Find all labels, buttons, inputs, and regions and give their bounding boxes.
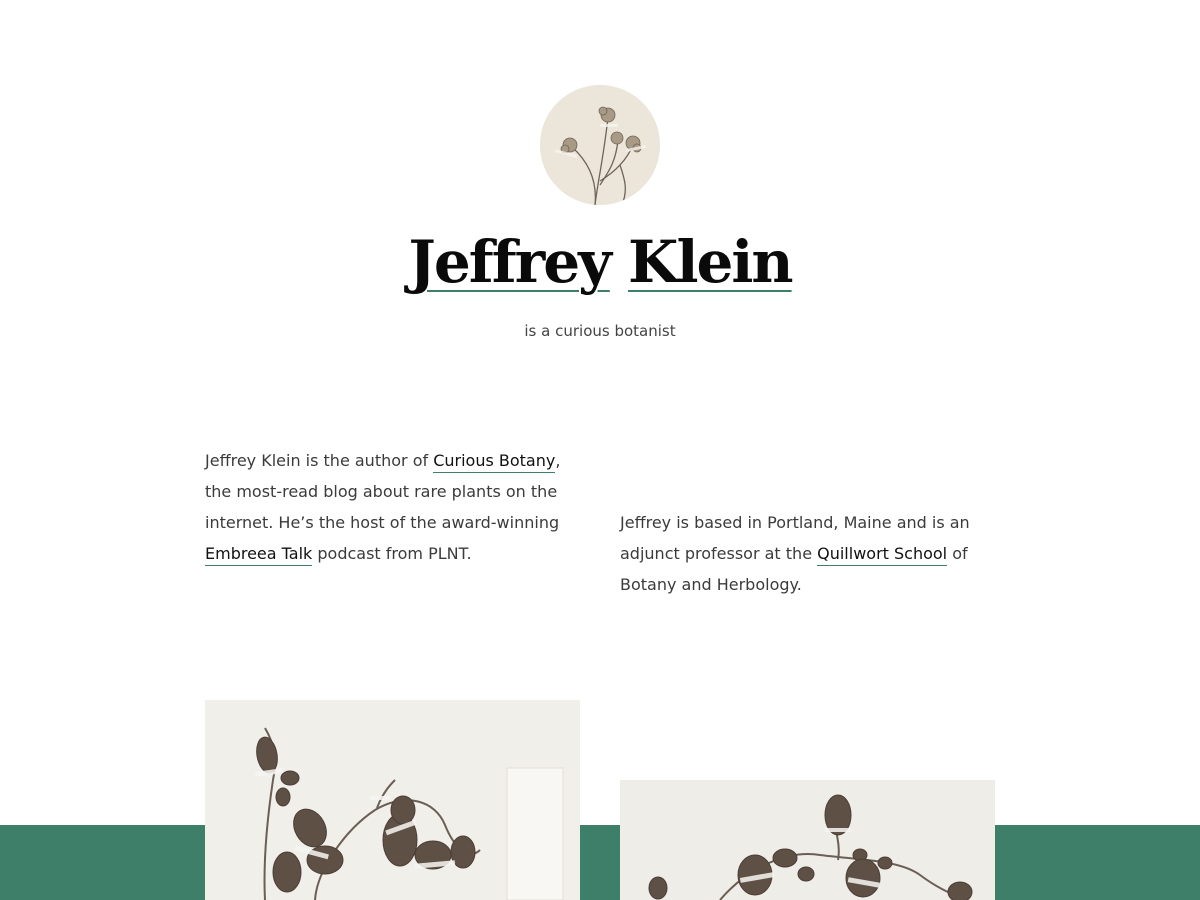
embreea-talk-link[interactable]: Embreea Talk xyxy=(205,544,313,566)
bio-left-text-3: podcast from PLNT. xyxy=(312,544,472,563)
curious-botany-link[interactable]: Curious Botany xyxy=(433,451,556,473)
pressed-flower-avatar-icon xyxy=(540,85,660,205)
bio-left-paragraph: Jeffrey Klein is the author of Curious B… xyxy=(205,445,580,569)
bio-left-text-1: Jeffrey Klein is the author of xyxy=(205,451,434,470)
tagline: is a curious botanist xyxy=(524,322,676,340)
title-first-name[interactable]: Jeffrey xyxy=(408,228,611,296)
herbarium-specimen-leaves-icon xyxy=(620,780,995,900)
site-title: Jeffrey Klein xyxy=(0,222,1200,302)
accent-band xyxy=(0,825,1200,900)
bio-right-paragraph: Jeffrey is based in Portland, Maine and … xyxy=(620,507,995,600)
quillwort-school-link[interactable]: Quillwort School xyxy=(817,544,948,566)
title-last-name[interactable]: Klein xyxy=(628,228,794,296)
profile-avatar xyxy=(540,85,660,205)
gallery-image-2 xyxy=(620,780,995,900)
gallery-image-1 xyxy=(205,700,580,900)
herbarium-specimen-vine-icon xyxy=(205,700,580,900)
